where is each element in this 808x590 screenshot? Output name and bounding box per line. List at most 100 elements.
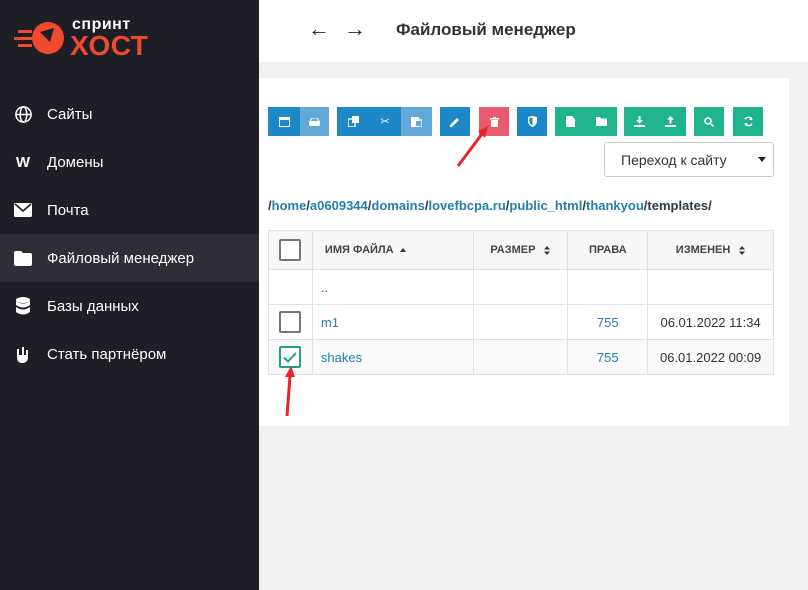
- top-header: ← → Файловый менеджер: [259, 0, 808, 62]
- w-icon: W: [15, 153, 31, 171]
- table-header-row: ИМЯ ФАЙЛА РАЗМЕР ПРАВА ИЗМЕНЕН: [268, 230, 774, 270]
- table-cell: [472, 269, 569, 305]
- path-segment-user[interactable]: a0609344: [310, 198, 368, 213]
- table-cell: [647, 269, 774, 305]
- drive-icon: [309, 117, 320, 126]
- sidebar-item-partner[interactable]: Стать партнёром: [0, 330, 259, 378]
- mail-icon: [13, 200, 33, 220]
- row-select-cell: [268, 304, 313, 340]
- column-header-size[interactable]: РАЗМЕР: [472, 230, 569, 270]
- file-size-cell: [472, 339, 569, 375]
- column-header-modified[interactable]: ИЗМЕНЕН: [647, 230, 774, 270]
- column-name-label: ИМЯ ФАЙЛА: [324, 244, 394, 256]
- sidebar-item-file-manager[interactable]: Файловый менеджер: [0, 234, 259, 282]
- parent-dir-link[interactable]: ..: [311, 269, 474, 305]
- new-file-button[interactable]: [555, 107, 586, 136]
- window-icon: [278, 116, 290, 127]
- sort-asc-icon: [399, 248, 406, 253]
- path-separator: /: [708, 198, 712, 213]
- sidebar-item-domains[interactable]: W Домены: [0, 138, 259, 186]
- upload-button[interactable]: [655, 107, 686, 136]
- file-modified-cell: 06.01.2022 00:09: [647, 339, 774, 375]
- file-name-link[interactable]: shakes: [311, 339, 474, 375]
- annotation-arrow-checkbox: [285, 366, 295, 417]
- sidebar-item-label: Стать партнёром: [47, 345, 167, 363]
- sidebar-item-label: Почта: [47, 201, 89, 219]
- file-name-link[interactable]: m1: [311, 304, 474, 340]
- search-icon: [704, 116, 714, 127]
- download-icon: [634, 116, 645, 127]
- sidebar-item-label: Базы данных: [47, 297, 139, 315]
- file-icon: [566, 116, 575, 127]
- database-icon: [13, 296, 33, 316]
- checkmark-icon: [283, 351, 298, 363]
- refresh-icon: [743, 116, 753, 127]
- file-manager-panel: ✂ Переход к сайту /home/a0609344/domains…: [259, 78, 789, 426]
- globe-icon: [13, 104, 33, 124]
- sidebar-item-databases[interactable]: Базы данных: [0, 282, 259, 330]
- handshake-icon: [13, 344, 33, 364]
- path-segment-home[interactable]: home: [272, 198, 307, 213]
- select-all-cell: [268, 230, 313, 270]
- goto-site-label: Переход к сайту: [621, 151, 727, 168]
- sidebar-item-label: Домены: [47, 153, 104, 171]
- sort-icon: [739, 245, 746, 255]
- sidebar: спринт ХОСТ Сайты W Домены Почта Файловы…: [0, 0, 259, 590]
- permissions-button[interactable]: [517, 107, 547, 136]
- upload-icon: [665, 116, 676, 127]
- download-button[interactable]: [624, 107, 655, 136]
- rocket-logo-icon: [14, 22, 64, 54]
- goto-site-select[interactable]: Переход к сайту: [604, 142, 774, 177]
- folder-icon: [596, 117, 607, 126]
- file-perms-link[interactable]: 755: [567, 339, 649, 375]
- column-size-label: РАЗМЕР: [490, 244, 536, 256]
- table-cell: [268, 269, 313, 305]
- path-segment-current: templates: [647, 198, 709, 213]
- path-segment-domains[interactable]: domains: [371, 198, 424, 213]
- window-button[interactable]: [268, 107, 300, 136]
- paste-button[interactable]: [401, 107, 432, 136]
- table-cell: [567, 269, 649, 305]
- file-size-cell: [472, 304, 569, 340]
- sidebar-item-sites[interactable]: Сайты: [0, 90, 259, 138]
- sidebar-nav: Сайты W Домены Почта Файловый менеджер Б…: [0, 90, 259, 378]
- scissors-icon: ✂: [380, 116, 390, 128]
- file-perms-link[interactable]: 755: [567, 304, 649, 340]
- table-row[interactable]: shakes 755 06.01.2022 00:09: [268, 339, 774, 375]
- drive-button[interactable]: [300, 107, 329, 136]
- column-header-name[interactable]: ИМЯ ФАЙЛА: [311, 230, 474, 270]
- new-folder-button[interactable]: [586, 107, 617, 136]
- page-title: Файловый менеджер: [396, 20, 576, 39]
- folder-icon: [13, 248, 33, 268]
- table-row[interactable]: m1 755 06.01.2022 11:34: [268, 304, 774, 340]
- refresh-button[interactable]: [733, 107, 763, 136]
- column-modified-label: ИЗМЕНЕН: [675, 244, 731, 256]
- sidebar-item-label: Файловый менеджер: [47, 249, 195, 267]
- file-modified-cell: 06.01.2022 11:34: [647, 304, 774, 340]
- row-checkbox[interactable]: [279, 311, 302, 333]
- forward-arrow-icon[interactable]: →: [344, 16, 366, 42]
- cut-button[interactable]: ✂: [369, 107, 401, 136]
- copy-icon: [347, 116, 359, 127]
- table-row-parent[interactable]: ..: [268, 269, 774, 305]
- select-all-checkbox[interactable]: [279, 239, 302, 261]
- column-perms-label: ПРАВА: [588, 244, 627, 256]
- copy-button[interactable]: [337, 107, 369, 136]
- sidebar-item-mail[interactable]: Почта: [0, 186, 259, 234]
- path-segment-thankyou[interactable]: thankyou: [586, 198, 644, 213]
- shield-icon: [527, 116, 537, 127]
- column-header-perms[interactable]: ПРАВА: [567, 230, 649, 270]
- chevron-down-icon: [758, 157, 766, 162]
- path-segment-domain[interactable]: lovefbcpa.ru: [428, 198, 505, 213]
- annotation-arrow-delete: [456, 126, 488, 167]
- brand-line2: ХОСТ: [70, 30, 149, 61]
- file-table: ИМЯ ФАЙЛА РАЗМЕР ПРАВА ИЗМЕНЕН .. m1 755…: [268, 230, 774, 375]
- path-segment-public-html[interactable]: public_html: [509, 198, 582, 213]
- brand-logo[interactable]: спринт ХОСТ: [10, 14, 160, 64]
- sidebar-item-label: Сайты: [47, 105, 93, 123]
- breadcrumb: /home/a0609344/domains/lovefbcpa.ru/publ…: [268, 198, 712, 213]
- paste-icon: [411, 117, 422, 127]
- search-button[interactable]: [694, 107, 724, 136]
- back-arrow-icon[interactable]: ←: [308, 16, 330, 42]
- sort-icon: [544, 245, 551, 255]
